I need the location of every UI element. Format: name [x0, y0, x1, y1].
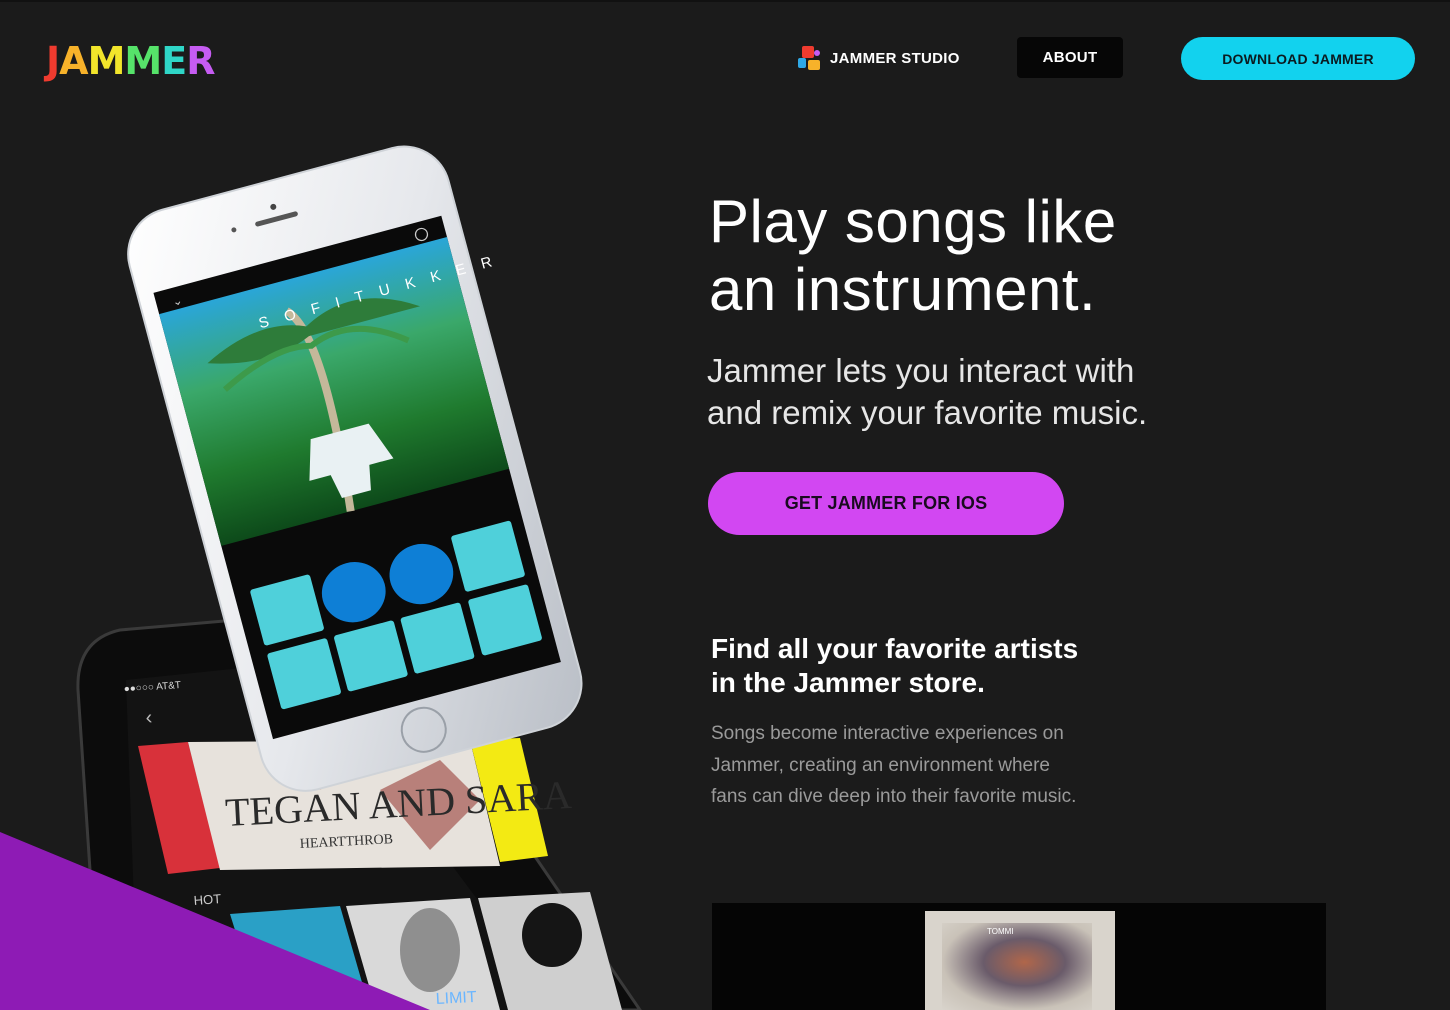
video-preview[interactable]: TOMMI	[712, 903, 1326, 1010]
jammer-studio-icon	[798, 44, 822, 72]
top-edge	[0, 0, 1450, 2]
store-title-line-2: in the Jammer store.	[711, 667, 985, 698]
back-phone-header: ST	[277, 702, 297, 720]
logo-letter: J	[46, 39, 60, 83]
store-section-title: Find all your favorite artists in the Ja…	[711, 632, 1191, 700]
jammer-logo[interactable]: JAMMER	[46, 38, 215, 83]
store-section-description: Songs become interactive experiences on …	[711, 718, 1171, 813]
get-jammer-ios-button[interactable]: GET JAMMER FOR IOS	[708, 472, 1064, 535]
back-phone: ●●○○○ AT&T ‹ ST TEGAN AND SARA HEARTTHRO…	[76, 610, 642, 1010]
collapse-chevron-icon: ⌄	[171, 293, 184, 309]
front-album-letters: S O F I T U K K E R	[257, 252, 500, 332]
back-phone-carrier: ●●○○○ AT&T	[123, 680, 181, 695]
home-button-icon	[400, 706, 447, 753]
store-title-line-1: Find all your favorite artists	[711, 633, 1079, 664]
nav-jammer-studio[interactable]: JAMMER STUDIO	[798, 42, 960, 74]
logo-letter: M	[124, 39, 162, 83]
nav-jammer-studio-label: JAMMER STUDIO	[830, 49, 960, 67]
download-jammer-button[interactable]: DOWNLOAD JAMMER	[1181, 37, 1415, 80]
featured-album-subtitle: HEARTTHROB	[299, 832, 393, 852]
album-label-fragment: LIMIT	[435, 989, 477, 1008]
hero-subtitle-line-2: and remix your favorite music.	[707, 394, 1148, 431]
video-artwork-label: TOMMI	[987, 927, 1014, 936]
logo-letter: R	[186, 39, 215, 83]
more-options-icon	[414, 227, 429, 242]
logo-letter: E	[161, 39, 187, 83]
store-desc-line-1: Songs become interactive experiences on	[711, 723, 1064, 744]
hero-title: Play songs like an instrument.	[709, 188, 1269, 324]
hot-section-label: HOT	[193, 891, 221, 908]
jam-pad-grid	[250, 520, 542, 710]
store-desc-line-3: fans can dive deep into their favorite m…	[711, 786, 1077, 807]
hero-subtitle-line-1: Jammer lets you interact with	[707, 352, 1135, 389]
front-phone: S O F I T U K K E R ⌄	[127, 145, 583, 792]
hero-title-line-1: Play songs like	[709, 188, 1117, 255]
nav-about-button[interactable]: ABOUT	[1017, 37, 1123, 78]
back-chevron-icon: ‹	[145, 707, 153, 729]
hero-subtitle: Jammer lets you interact with and remix …	[707, 350, 1267, 434]
logo-letter: A	[59, 39, 88, 83]
store-desc-line-2: Jammer, creating an environment where	[711, 754, 1050, 776]
logo-letter: M	[87, 39, 126, 83]
hero-title-line-2: an instrument.	[709, 256, 1097, 323]
video-artwork	[942, 923, 1092, 1010]
purple-corner-shape	[0, 832, 430, 1010]
featured-album-title: TEGAN AND SARA	[224, 772, 573, 835]
